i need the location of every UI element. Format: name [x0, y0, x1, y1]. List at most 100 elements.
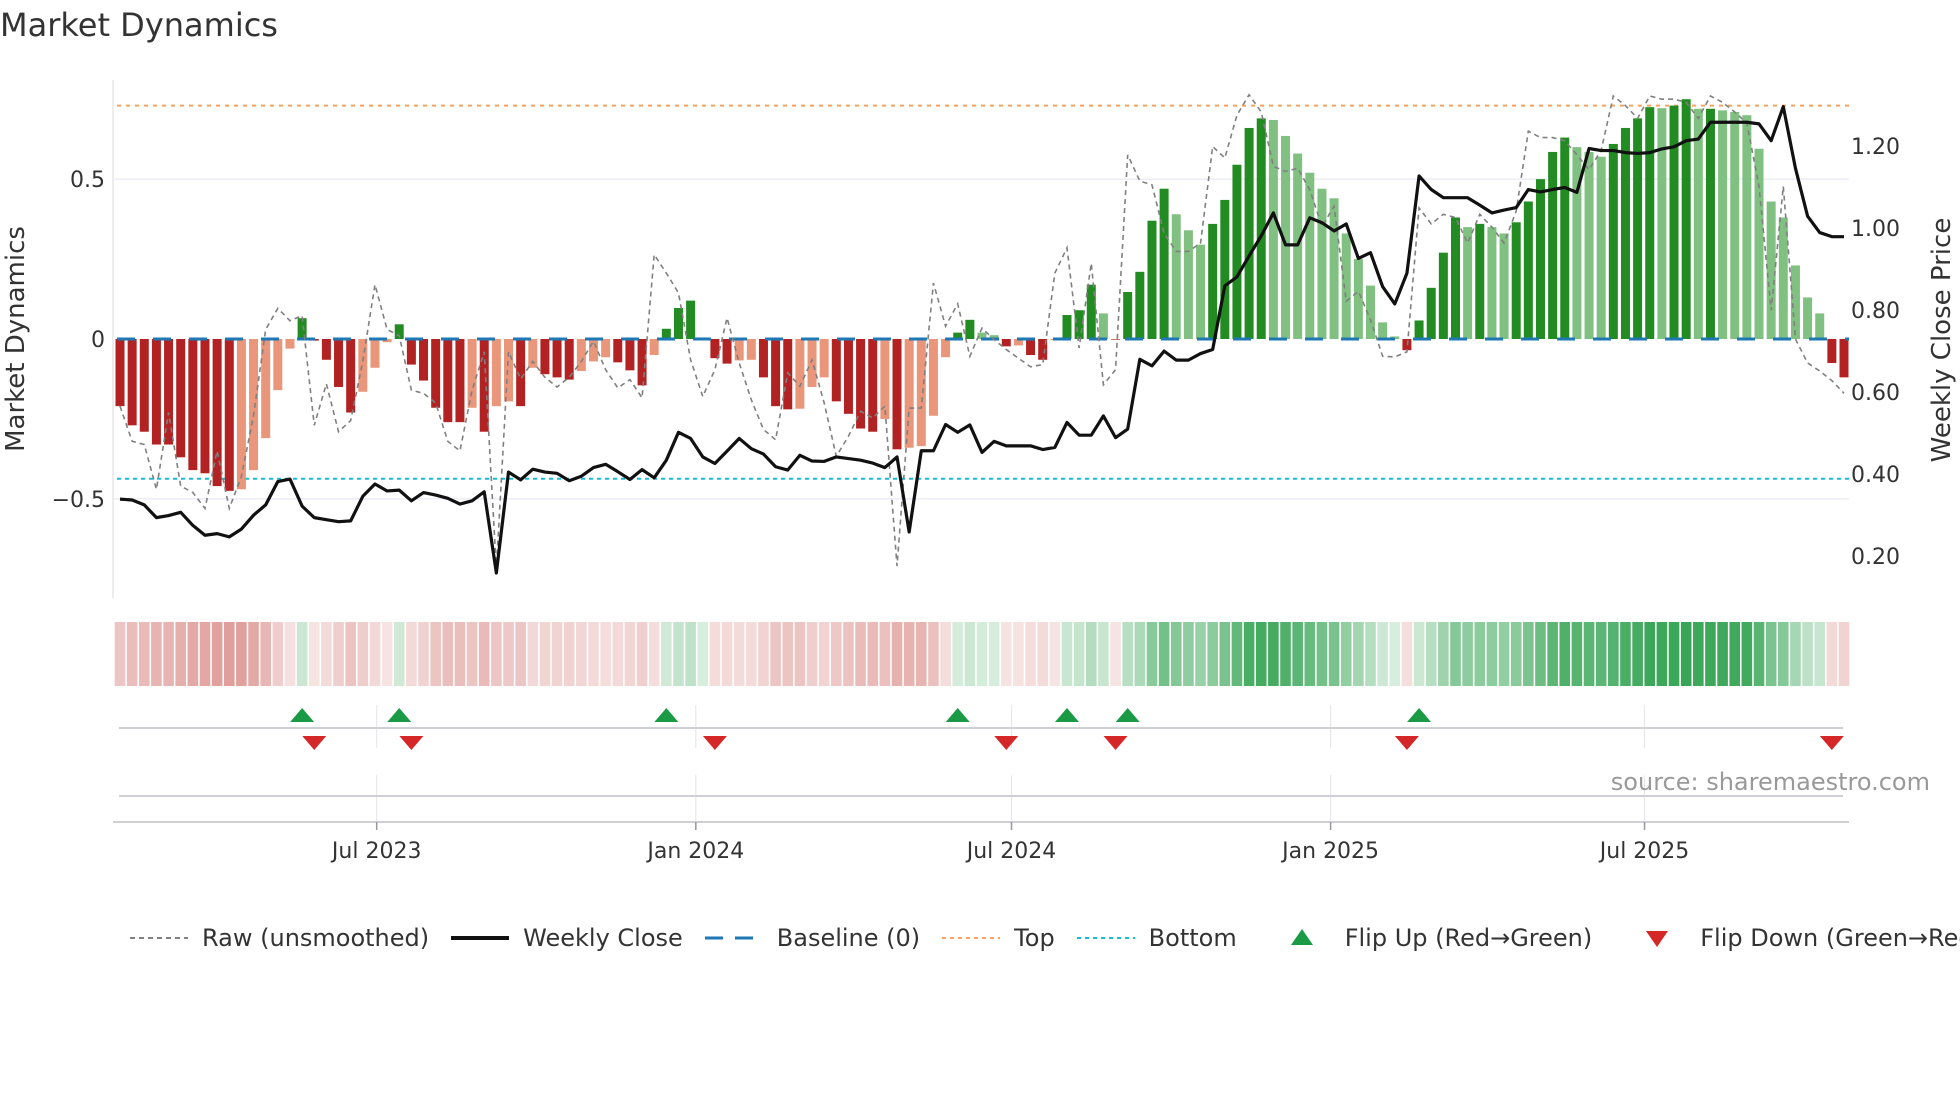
heat-strip-cell	[1438, 622, 1449, 686]
heat-strip-cell	[915, 622, 927, 686]
heat-strip-cell	[272, 622, 284, 686]
bar	[188, 339, 198, 471]
bar	[1074, 310, 1084, 339]
legend-item-flip-down: Flip Down (Green→Red)	[1628, 924, 1960, 952]
heat-strip-cell	[1814, 622, 1826, 686]
bar	[419, 339, 429, 381]
heat-strip-cell	[928, 622, 939, 686]
bar	[370, 339, 380, 368]
bar	[1414, 320, 1424, 339]
bar	[504, 339, 514, 402]
heat-strip-cell	[855, 622, 866, 686]
heat-strip-cell	[612, 622, 624, 686]
heat-strip-cell	[1790, 622, 1801, 686]
bar	[1620, 127, 1630, 340]
heat-strip-cell	[503, 622, 514, 686]
bar	[1754, 148, 1764, 339]
bar	[1584, 151, 1594, 339]
bar	[1487, 227, 1497, 339]
bar	[1450, 217, 1460, 339]
heat-strip-cell	[1838, 622, 1850, 686]
y-tick-label: −0.5	[52, 488, 105, 513]
y2-axis-title: Weekly Close Price	[1927, 218, 1957, 463]
heat-strip-cell	[1486, 622, 1498, 686]
y-tick-label: 0.5	[70, 168, 105, 193]
heat-strip-cell	[539, 622, 551, 686]
legend-item-bottom: Bottom	[1076, 924, 1237, 952]
bar	[1645, 107, 1655, 339]
flip-down-marker	[1394, 736, 1419, 750]
legend-item-flip-up: Flip Up (Red→Green)	[1273, 924, 1592, 952]
bar	[649, 339, 659, 355]
legend-label: Top	[1014, 924, 1055, 952]
heat-strip-cell	[1571, 622, 1583, 686]
heat-strip-cell	[1110, 622, 1121, 686]
heat-strip-cell	[515, 622, 526, 686]
bar	[528, 339, 538, 368]
heat-strip-cell	[1025, 622, 1036, 686]
heat-strip-cell	[891, 622, 903, 686]
heat-strip-cell	[940, 622, 951, 686]
heat-strip-cell	[867, 622, 879, 686]
heat-strip-cell	[1122, 622, 1133, 686]
bar	[1062, 315, 1072, 339]
heat-strip-cell	[163, 622, 174, 686]
heat-strip-cell	[260, 622, 271, 686]
heat-strip-cell	[1644, 622, 1656, 686]
heat-strip-cell	[236, 622, 247, 686]
bar	[406, 339, 416, 365]
legend-label: Flip Down (Green→Red)	[1700, 924, 1960, 952]
bar	[1548, 151, 1558, 339]
heat-strip-cell	[1207, 622, 1218, 686]
heat-strip-cell	[1559, 622, 1571, 686]
heat-strip-cell	[1098, 622, 1109, 686]
bar	[127, 339, 137, 426]
heat-strip-cell	[1425, 622, 1437, 686]
heat-strip-cell	[187, 622, 199, 686]
heat-strip-cell	[1802, 622, 1813, 686]
bar	[1463, 227, 1473, 339]
x-tick-label: Jul 2023	[330, 839, 422, 864]
bar	[467, 339, 477, 408]
heat-strip-cell	[806, 622, 818, 686]
bar	[1681, 99, 1691, 340]
heat-strip-cell	[1219, 622, 1231, 686]
heat-strip-cell	[1462, 622, 1473, 686]
bar	[540, 339, 550, 375]
heat-strip-cell	[1668, 622, 1680, 686]
heat-strip-cell	[551, 622, 563, 686]
heat-strip-cell	[1353, 622, 1364, 686]
y-tick-label: 0	[91, 328, 105, 353]
heat-strip-cell	[648, 622, 660, 686]
bar	[625, 339, 635, 371]
heat-strip-cell	[1377, 622, 1388, 686]
heat-strip-cell	[733, 622, 745, 686]
legend-item-close: Weekly Close	[451, 924, 683, 952]
heat-strip-cell	[1608, 622, 1619, 686]
bar	[1317, 188, 1327, 339]
bar	[285, 339, 295, 349]
y2-tick-label: 0.20	[1851, 545, 1900, 570]
bar	[1111, 339, 1121, 340]
heat-strip-cell	[393, 622, 405, 686]
heat-strip-cell	[1085, 622, 1097, 686]
heat-strip-cell	[1170, 622, 1182, 686]
heat-strip-cell	[988, 622, 1000, 686]
legend-label: Raw (unsmoothed)	[202, 924, 430, 952]
y2-tick-label: 0.40	[1851, 463, 1900, 488]
bar	[1523, 201, 1533, 339]
bar	[1790, 265, 1800, 339]
bar	[637, 339, 647, 386]
heat-strip-cell	[1183, 622, 1194, 686]
heat-strip-cell	[211, 622, 223, 686]
heat-strip-cell	[964, 622, 976, 686]
bar	[358, 339, 368, 392]
heat-strip-cell	[1401, 622, 1413, 686]
heat-strip-cell	[831, 622, 842, 686]
heat-strip-cell	[1510, 622, 1522, 686]
heat-strip-cell	[1498, 622, 1510, 686]
heat-strip-cell	[430, 622, 441, 686]
heat-strip-cell	[697, 622, 709, 686]
heat-strip-cell	[527, 622, 539, 686]
heat-strip-cell	[685, 622, 696, 686]
